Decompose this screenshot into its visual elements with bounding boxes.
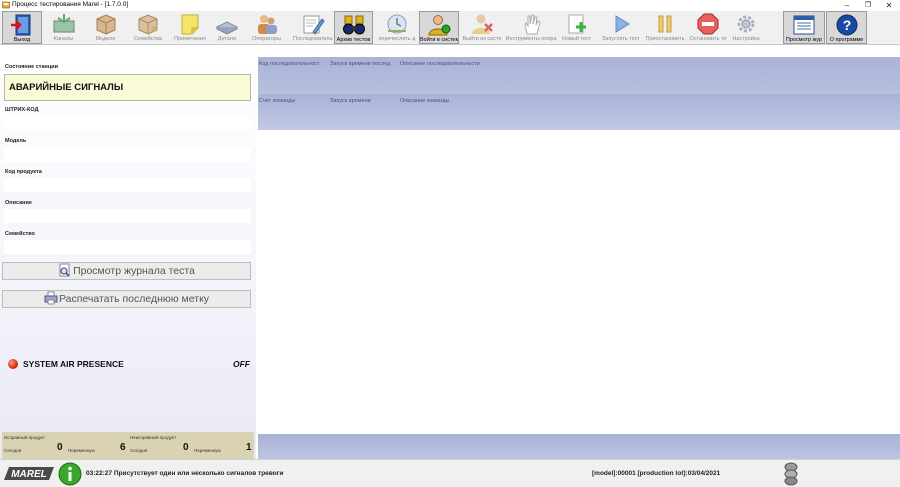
toolbar-button-models[interactable]: Модели: [85, 11, 126, 44]
toolbar-button-stop[interactable]: Остановить те: [687, 11, 729, 44]
bad-shift-count: 1: [246, 442, 252, 453]
bad-today-label: Сегодня: [130, 448, 148, 453]
station-state-label: Состояние станции: [5, 64, 59, 70]
hand-icon: [524, 14, 541, 35]
toolbar-button-parts[interactable]: Детали: [211, 11, 243, 44]
good-product-label: Исправный продукт: [4, 435, 46, 440]
bottom-strip: [258, 434, 900, 459]
view-test-log-label: Просмотр журнала теста: [73, 265, 195, 277]
description-field: [4, 209, 251, 223]
toolbar-button-log-view[interactable]: Просмотр жур: [783, 11, 825, 44]
archive-binoculars-icon: [342, 15, 365, 35]
gear-icon: [737, 15, 755, 33]
title-bar: Процесс тестирования Marel - [1.7.0.0] –…: [0, 0, 900, 11]
toolbar-button-channels[interactable]: Каналы: [43, 11, 84, 44]
toolbar-button-families[interactable]: Семейства: [127, 11, 169, 44]
toolbar-button-notes[interactable]: Примечания: [170, 11, 210, 44]
minimize-button[interactable]: –: [836, 0, 858, 11]
families-box-icon: [138, 14, 158, 35]
air-presence-state: OFF: [233, 359, 250, 369]
family-field: [4, 240, 251, 254]
good-today-count: 0: [57, 442, 63, 453]
print-last-label-button[interactable]: Распечатать последнюю метку: [2, 290, 251, 308]
marel-logo: MAREL: [4, 467, 54, 480]
play-icon: [615, 15, 630, 33]
sequence-panel: Код последовательност Запуск времени пос…: [258, 57, 900, 459]
window-title: Процесс тестирования Marel - [1.7.0.0]: [12, 1, 129, 8]
channels-icon: [53, 14, 74, 33]
model-lot-info: [model]:00001 [production lot]:03/04/202…: [592, 470, 721, 477]
clock-change-icon: [387, 14, 407, 34]
svg-text:?: ?: [842, 17, 851, 33]
station-state-value: АВАРИЙНЫЕ СИГНАЛЫ: [4, 74, 251, 101]
column-sequence-code[interactable]: Код последовательност: [259, 61, 320, 67]
info-icon: [58, 462, 82, 486]
command-table-header: Счет команды Запуск времени Описание ком…: [258, 94, 900, 130]
bad-today-count: 0: [183, 442, 189, 453]
stop-icon: [697, 13, 719, 35]
toolbar-button-exit[interactable]: Выход: [2, 11, 42, 44]
status-message: 03:22:27 Присутствует один или несколько…: [86, 470, 284, 477]
models-box-icon: [96, 14, 115, 35]
description-label: Описание: [5, 200, 32, 206]
column-sequence-start-time[interactable]: Запуск времени послед: [330, 61, 390, 67]
toolbar-button-operators[interactable]: Операторы: [244, 11, 289, 44]
log-window-icon: [793, 15, 815, 35]
sticky-note-icon: [181, 14, 199, 35]
printer-icon: [44, 291, 58, 305]
station-panel: Состояние станции АВАРИЙНЫЕ СИГНАЛЫ ШТРИ…: [0, 57, 256, 459]
column-command-count[interactable]: Счет команды: [259, 98, 295, 104]
operators-icon: [257, 15, 277, 34]
good-today-label: Сегодня: [4, 448, 22, 453]
new-test-icon: [568, 14, 586, 34]
column-command-description[interactable]: Описание команды: [400, 98, 449, 104]
production-counters: Исправный продукт Сегодня 0 Переменную 6…: [2, 432, 254, 459]
maximize-button[interactable]: ❐: [857, 0, 879, 11]
magnifier-icon: [59, 263, 70, 277]
toolbar-button-login[interactable]: Войти в систем: [419, 11, 459, 44]
barcode-field: [4, 116, 251, 130]
alarm-indicator-icon: [8, 359, 18, 369]
family-label: Семейство: [5, 231, 35, 237]
exit-door-icon: [11, 14, 31, 36]
toolbar-button-logout[interactable]: Выйти из систе: [461, 11, 503, 44]
svg-text:MAREL: MAREL: [11, 469, 47, 480]
app-icon: [2, 1, 10, 9]
logout-user-icon: [472, 14, 493, 34]
barcode-label: ШТРИХ-КОД: [5, 107, 39, 113]
toolbar-button-settings[interactable]: Настройка: [730, 11, 762, 44]
toolbar-button-pause[interactable]: Приостановить: [644, 11, 686, 44]
toolbar-button-operator-tools[interactable]: Инструменты опера: [503, 11, 559, 44]
help-icon: ?: [836, 14, 857, 36]
close-button[interactable]: ✕: [878, 0, 900, 11]
parts-icon: [215, 21, 239, 35]
model-label: Модель: [5, 138, 27, 144]
status-bar: MAREL 03:22:27 Присутствует один или нес…: [0, 459, 900, 487]
main-toolbar: Выход Каналы Модели Семейства Примечания: [0, 11, 900, 45]
login-user-icon: [428, 15, 451, 36]
sequence-table-header: Код последовательност Запуск времени пос…: [258, 57, 900, 94]
column-command-start-time[interactable]: Запуск времени: [330, 98, 371, 104]
toolbar-button-new-test[interactable]: Новый тест: [560, 11, 593, 44]
system-air-presence: SYSTEM AIR PRESENCE OFF: [8, 359, 250, 369]
print-last-label-label: Распечатать последнюю метку: [58, 293, 210, 305]
model-field: [4, 148, 251, 162]
toolbar-button-change[interactable]: перечислить д: [377, 11, 417, 44]
stack-light-icon: [784, 462, 798, 486]
pause-icon: [658, 15, 672, 33]
toolbar-button-start-test[interactable]: Запустить тест: [600, 11, 642, 44]
product-code-field: [4, 178, 251, 192]
good-shift-label: Переменную: [68, 448, 95, 453]
toolbar-button-about[interactable]: ? О программе: [826, 11, 867, 44]
toolbar-button-sequences[interactable]: Последовательн: [293, 11, 333, 44]
air-presence-label: SYSTEM AIR PRESENCE: [23, 359, 124, 369]
column-sequence-description[interactable]: Описание последовательности: [400, 61, 480, 67]
view-test-log-button[interactable]: Просмотр журнала теста: [2, 262, 251, 280]
toolbar-button-archive[interactable]: Архив тестов: [334, 11, 373, 44]
bad-product-label: Неисправный продукт: [130, 435, 177, 440]
sequence-edit-icon: [303, 15, 325, 35]
product-code-label: Код продукта: [5, 169, 42, 175]
good-shift-count: 6: [120, 442, 126, 453]
bad-shift-label: Переменную: [194, 448, 221, 453]
